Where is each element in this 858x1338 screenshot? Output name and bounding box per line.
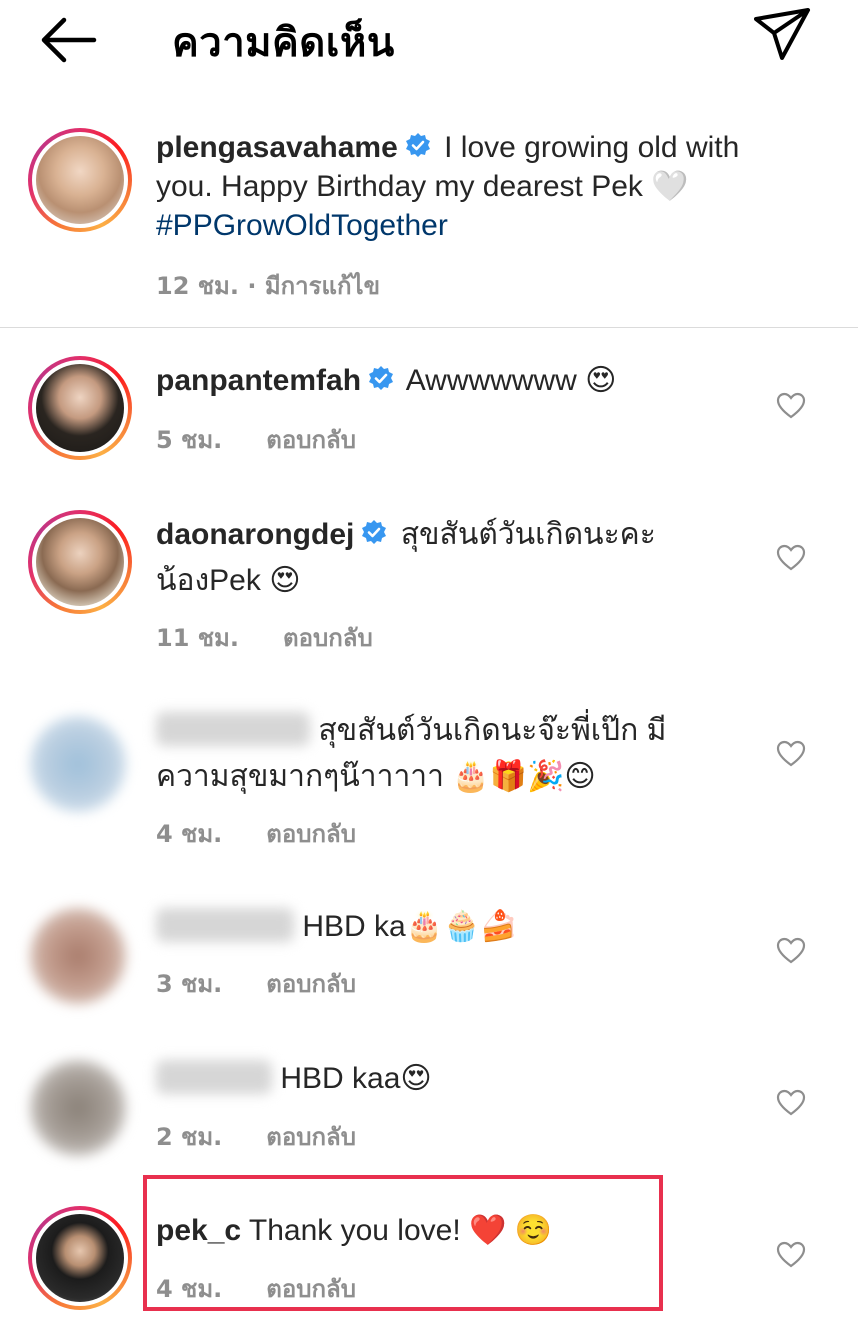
blurred-username[interactable]	[156, 712, 310, 746]
heart-icon[interactable]	[776, 936, 806, 966]
comment-meta: 2 ชม. ตอบกลับ	[156, 1117, 356, 1156]
avatar-image	[36, 518, 124, 606]
username[interactable]: plengasavahame	[156, 131, 398, 164]
avatar[interactable]	[28, 510, 132, 614]
avatar[interactable]	[30, 908, 126, 1004]
verified-badge-icon	[362, 520, 387, 544]
username[interactable]: daonarongdej	[156, 518, 354, 551]
comment-meta: 3 ชม. ตอบกลับ	[156, 964, 356, 1003]
avatar[interactable]	[28, 128, 132, 232]
comment: daonarongdej สุขสันต์วันเกิดนะคะ น้องPek…	[156, 512, 716, 604]
caption: plengasavahame I love growing old with y…	[156, 128, 796, 245]
reply-button[interactable]: ตอบกลับ	[266, 426, 356, 454]
edited-label: · มีการแก้ไข	[247, 272, 381, 300]
heart-icon[interactable]	[776, 1088, 806, 1118]
divider	[0, 327, 858, 328]
share-button[interactable]	[752, 6, 812, 62]
comment-meta: 11 ชม. ตอบกลับ	[156, 618, 373, 657]
heart-icon[interactable]	[776, 391, 806, 421]
timestamp: 5 ชม.	[156, 426, 223, 454]
arrow-left-icon	[41, 17, 97, 63]
avatar-image	[36, 364, 124, 452]
heart-icon[interactable]	[776, 739, 806, 769]
reply-button[interactable]: ตอบกลับ	[266, 820, 356, 848]
verified-badge-icon	[405, 133, 430, 157]
heart-icon[interactable]	[776, 1240, 806, 1270]
avatar[interactable]	[30, 1060, 126, 1156]
top-bar: ความคิดเห็น	[0, 0, 858, 80]
comment: HBD kaa😍	[156, 1056, 716, 1102]
timestamp: 11 ชม.	[156, 624, 239, 652]
verified-badge-icon	[369, 366, 394, 390]
avatar[interactable]	[30, 716, 126, 812]
username[interactable]: panpantemfah	[156, 364, 361, 397]
avatar-image	[36, 136, 124, 224]
reply-button[interactable]: ตอบกลับ	[283, 624, 373, 652]
comment: panpantemfah Awwwwwww 😍	[156, 358, 716, 404]
hashtag-link[interactable]: #PPGrowOldTogether	[156, 209, 448, 242]
comment-text: HBD kaa😍	[280, 1062, 432, 1095]
avatar-image	[36, 1214, 124, 1302]
comment-text: Awwwwwww 😍	[405, 364, 617, 397]
page-title: ความคิดเห็น	[172, 20, 395, 66]
highlight-box	[143, 1175, 663, 1311]
paper-plane-icon	[754, 8, 810, 60]
caption-meta: 12 ชม. · มีการแก้ไข	[156, 266, 380, 305]
comment: สุขสันต์วันเกิดนะจ๊ะพี่เป๊ก มีความสุขมาก…	[156, 708, 716, 800]
comment-meta: 5 ชม. ตอบกลับ	[156, 420, 356, 459]
avatar[interactable]	[28, 1206, 132, 1310]
timestamp: 4 ชม.	[156, 820, 223, 848]
timestamp: 12 ชม.	[156, 272, 239, 300]
blurred-username[interactable]	[156, 908, 294, 942]
back-button[interactable]	[36, 14, 100, 66]
avatar[interactable]	[28, 356, 132, 460]
heart-icon[interactable]	[776, 543, 806, 573]
blurred-username[interactable]	[156, 1060, 272, 1094]
reply-button[interactable]: ตอบกลับ	[266, 1123, 356, 1151]
reply-button[interactable]: ตอบกลับ	[266, 970, 356, 998]
timestamp: 3 ชม.	[156, 970, 223, 998]
comment-text: HBD ka🎂🧁🍰	[302, 910, 518, 943]
timestamp: 2 ชม.	[156, 1123, 223, 1151]
comment-meta: 4 ชม. ตอบกลับ	[156, 814, 356, 853]
comment: HBD ka🎂🧁🍰	[156, 904, 716, 950]
